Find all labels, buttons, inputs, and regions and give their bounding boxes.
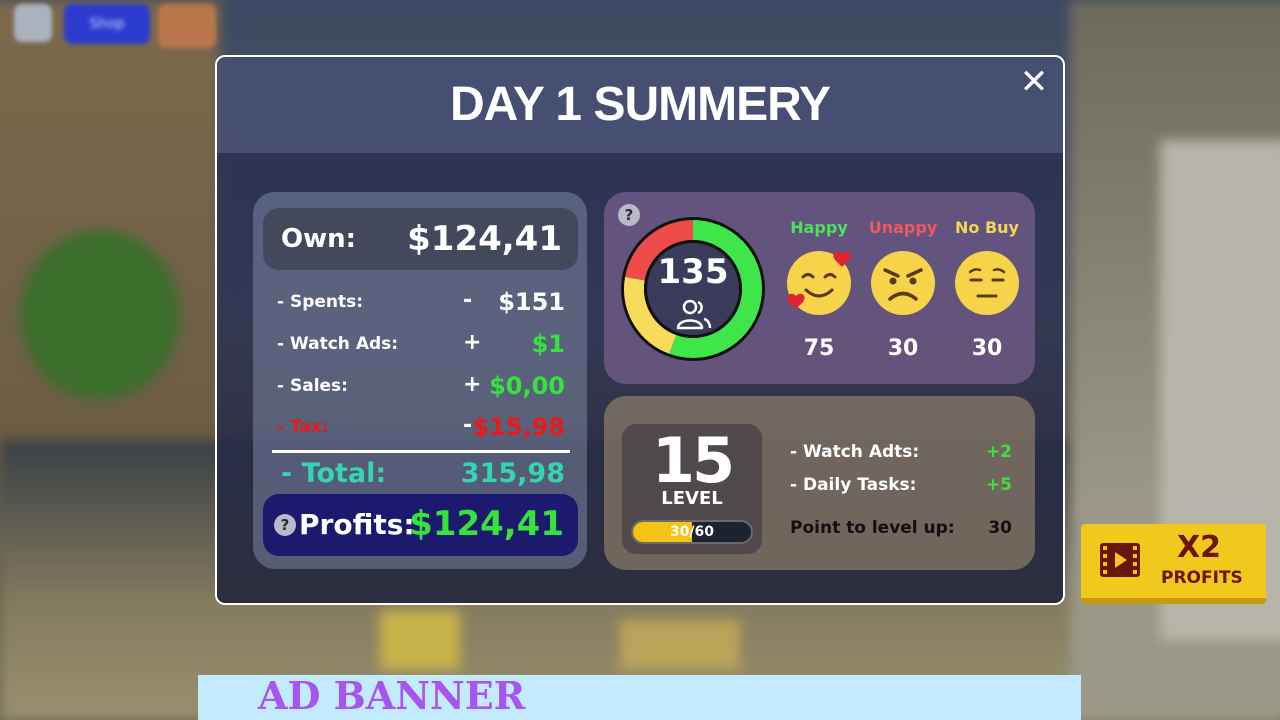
xp-progress-bar: 30/60 <box>631 520 753 544</box>
close-button[interactable]: ✕ <box>1017 65 1051 99</box>
sales-row: - Sales: + $0,00 <box>277 372 565 402</box>
nobuy-column: No Buy 30 <box>949 218 1025 361</box>
nobuy-label: No Buy <box>955 218 1019 237</box>
own-value: $124,41 <box>407 219 562 259</box>
line-value: $1 <box>531 330 565 358</box>
total-value: 315,98 <box>460 458 565 489</box>
total-label: - Total: <box>281 458 387 489</box>
shop-button[interactable]: Shop <box>64 4 150 44</box>
line-label: - Tax: <box>277 417 329 437</box>
help-icon[interactable]: ? <box>274 514 296 536</box>
happy-label: Happy <box>790 218 848 237</box>
row-value: +2 <box>985 442 1012 462</box>
own-label: Own: <box>281 224 357 254</box>
x2-profits-button[interactable]: X2 PROFITS <box>1081 524 1266 604</box>
nobuy-value: 30 <box>971 336 1003 361</box>
line-label: - Watch Ads: <box>277 334 399 354</box>
profits-value: $124,41 <box>409 504 564 544</box>
line-label: - Spents: <box>277 292 364 312</box>
total-divider <box>272 450 570 453</box>
level-number: 15 <box>651 424 735 497</box>
finance-panel: Own: $124,41 - Spents: - $151 - Watch Ad… <box>253 192 587 569</box>
level-panel: 15 LEVEL 30/60 - Watch Adts: +2 - Daily … <box>604 396 1035 570</box>
profits-box: ? Profits: $124,41 <box>263 494 578 556</box>
line-value: $151 <box>498 288 565 316</box>
ad-banner[interactable]: AD BANNER <box>198 673 1081 720</box>
line-label: - Sales: <box>277 376 348 396</box>
spents-row: - Spents: - $151 <box>277 288 565 318</box>
line-value: $15,98 <box>472 413 565 441</box>
row-label: - Daily Tasks: <box>790 475 917 495</box>
menu-button[interactable] <box>14 4 52 42</box>
level-box: 15 LEVEL 30/60 <box>622 424 762 554</box>
unhappy-column: Unappy 30 <box>865 218 941 361</box>
hud-item-button[interactable] <box>158 4 216 48</box>
film-icon <box>1100 543 1140 577</box>
customers-panel: ? 135 Happy 75 Unappy 30 No Buy 30 <box>604 192 1035 384</box>
line-sign: - <box>463 288 473 313</box>
level-up-row: Point to level up: 30 <box>790 518 1012 546</box>
level-word: LEVEL <box>661 488 723 509</box>
line-sign: + <box>463 372 482 397</box>
total-row: - Total: 315,98 <box>281 454 565 494</box>
customer-total: 135 <box>657 252 729 292</box>
tax-row: - Tax: - $15,98 <box>277 413 565 443</box>
day-summary-modal: DAY 1 SUMMERY ✕ Own: $124,41 - Spents: -… <box>215 55 1065 605</box>
profits-label: PROFITS <box>1161 568 1243 588</box>
own-box: Own: $124,41 <box>263 208 578 270</box>
row-label: - Watch Adts: <box>790 442 920 462</box>
line-value: $0,00 <box>489 372 565 400</box>
help-icon[interactable]: ? <box>618 204 640 226</box>
watch-ads-row: - Watch Ads: + $1 <box>277 330 565 360</box>
angry-face-icon <box>871 251 935 315</box>
neutral-face-icon <box>955 251 1019 315</box>
profits-label: Profits: <box>299 508 415 541</box>
line-sign: - <box>463 413 473 438</box>
happy-column: Happy 75 <box>781 218 857 361</box>
ad-banner-text: AD BANNER <box>258 673 526 718</box>
happy-face-icon <box>787 251 851 315</box>
xp-text: 30/60 <box>669 524 715 540</box>
watch-adts-row: - Watch Adts: +2 <box>790 442 1012 470</box>
x2-label: X2 <box>1177 530 1222 565</box>
unhappy-label: Unappy <box>868 218 938 237</box>
people-icon <box>676 299 712 330</box>
row-value: +5 <box>985 475 1012 495</box>
shop-label: Shop <box>89 16 125 32</box>
level-up-label: Point to level up: <box>790 518 955 538</box>
modal-title: DAY 1 SUMMERY <box>450 78 831 131</box>
happy-value: 75 <box>803 336 835 361</box>
daily-tasks-row: - Daily Tasks: +5 <box>790 475 1012 503</box>
level-up-value: 30 <box>988 518 1012 538</box>
unhappy-value: 30 <box>887 336 919 361</box>
line-sign: + <box>463 330 482 355</box>
